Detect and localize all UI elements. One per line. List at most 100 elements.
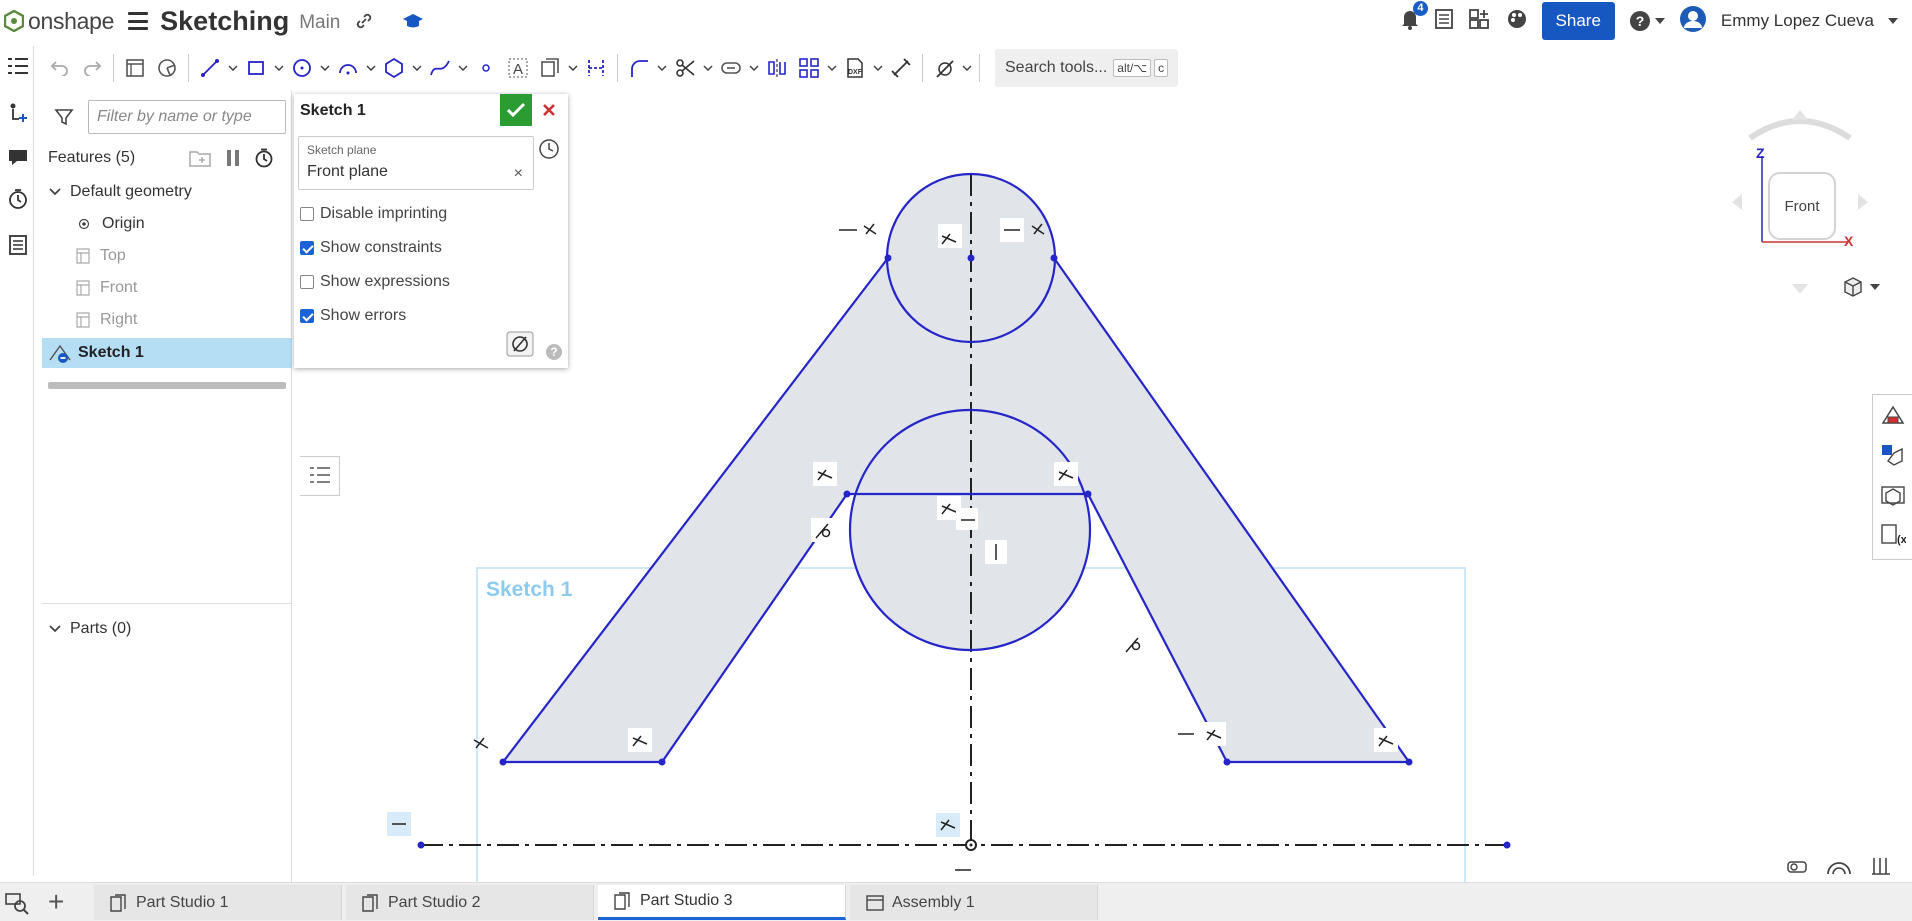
disable-imprinting-checkbox[interactable] (300, 207, 314, 221)
add-tab-button[interactable]: + (48, 888, 64, 916)
circle-tool-icon[interactable] (286, 50, 318, 86)
user-name[interactable]: Emmy Lopez Cueva (1721, 11, 1874, 31)
clear-plane-button[interactable]: × (514, 165, 523, 183)
appearance-panel-icon[interactable] (1873, 395, 1912, 435)
measure-tape-icon[interactable] (1786, 856, 1808, 876)
sketch-points[interactable] (417, 254, 1511, 849)
offset-tool-chevron-down-icon[interactable] (747, 50, 761, 86)
menu-icon[interactable] (128, 12, 149, 30)
show-errors-option[interactable]: Show errors (300, 306, 406, 326)
redo-icon[interactable] (76, 50, 108, 86)
trim-tool-chevron-down-icon[interactable] (701, 50, 715, 86)
tasks-icon[interactable] (1434, 8, 1454, 35)
feature-list-icon[interactable] (5, 54, 31, 80)
sketch-plane-field[interactable]: Sketch plane Front plane × (298, 136, 534, 190)
add-folder-icon[interactable] (188, 148, 212, 168)
chevron-down-icon[interactable] (48, 624, 62, 634)
polygon-tool-chevron-down-icon[interactable] (410, 50, 424, 86)
search-tools[interactable]: Search tools... alt/⌥ c (995, 49, 1179, 87)
construction-tool-chevron-down-icon[interactable] (566, 50, 580, 86)
pattern-tool-chevron-down-icon[interactable] (825, 50, 839, 86)
measure-tool-icon[interactable] (1870, 856, 1892, 876)
spline-tool-chevron-down-icon[interactable] (456, 50, 470, 86)
rollback-pause-icon[interactable] (226, 149, 240, 167)
view-cube-front-face[interactable]: Front (1768, 172, 1836, 240)
arc-tool-icon[interactable] (332, 50, 364, 86)
sketch-outline[interactable] (502, 172, 1410, 764)
mirror-tool-icon[interactable] (761, 50, 793, 86)
learning-center-icon[interactable] (402, 12, 424, 30)
sketch-filled-region[interactable] (503, 175, 1409, 762)
offset-tool-icon[interactable] (715, 50, 747, 86)
share-button[interactable]: Share (1541, 2, 1615, 40)
confirm-button[interactable] (500, 94, 532, 126)
app-store-icon[interactable] (1468, 8, 1492, 35)
sketch-origin-point[interactable] (965, 839, 977, 851)
point-tool-icon[interactable] (470, 50, 502, 86)
link-icon[interactable] (354, 11, 374, 31)
branch-name[interactable]: Main (299, 12, 340, 34)
rectangle-tool-chevron-down-icon[interactable] (272, 50, 286, 86)
default-geometry-node[interactable]: Default geometry (48, 178, 192, 206)
view-cube[interactable]: Z X Front (1730, 108, 1870, 304)
trim-tool-icon[interactable] (669, 50, 701, 86)
appearance-icon[interactable] (1506, 8, 1528, 35)
show-expressions-option[interactable]: Show expressions (300, 272, 450, 292)
dimension-tool-icon[interactable] (885, 50, 917, 86)
search-tabs-icon[interactable] (4, 890, 30, 921)
disable-imprinting-option[interactable]: Disable imprinting (300, 204, 447, 224)
parts-node[interactable]: Parts (0) (42, 603, 292, 643)
fillet-tool-icon[interactable] (623, 50, 655, 86)
rectangle-tool-icon[interactable] (240, 50, 272, 86)
help-icon[interactable]: ? (1629, 10, 1665, 32)
chevron-down-icon[interactable] (48, 187, 62, 197)
view-normal-icon[interactable] (151, 50, 183, 86)
tab-assembly-1[interactable]: Assembly 1 (850, 885, 1098, 920)
sketch-1-node[interactable]: Sketch 1 (42, 338, 292, 368)
right-plane-node[interactable]: Right (74, 306, 137, 334)
section-view-icon[interactable] (1826, 856, 1852, 876)
spline-tool-icon[interactable] (424, 50, 456, 86)
comments-icon[interactable] (5, 144, 31, 170)
constraint-tool-chevron-down-icon[interactable] (960, 50, 974, 86)
circle-tool-chevron-down-icon[interactable] (318, 50, 332, 86)
line-tool-icon[interactable] (194, 50, 226, 86)
midpoint-line-icon[interactable] (580, 50, 612, 86)
text-tool-icon[interactable]: A (502, 50, 534, 86)
construction-tool-icon[interactable] (534, 50, 566, 86)
dialog-help-icon[interactable]: ? (546, 344, 562, 360)
tab-part-studio-1[interactable]: Part Studio 1 (94, 885, 342, 920)
constraint-tool-icon[interactable] (928, 50, 960, 86)
sketch-feature-icon[interactable] (119, 50, 151, 86)
document-title[interactable]: Sketching (160, 6, 289, 37)
dxf-import-chevron-down-icon[interactable] (871, 50, 885, 86)
onshape-logo[interactable]: onshape (4, 8, 114, 35)
show-expressions-checkbox[interactable] (300, 275, 314, 289)
fillet-tool-chevron-down-icon[interactable] (655, 50, 669, 86)
pattern-tool-icon[interactable] (793, 50, 825, 86)
top-plane-node[interactable]: Top (74, 242, 126, 270)
filter-input[interactable] (88, 100, 286, 134)
sketch-list-toggle-icon[interactable] (300, 456, 340, 496)
configurations-icon[interactable] (1873, 435, 1912, 475)
insert-feature-icon[interactable] (5, 100, 31, 126)
origin-node[interactable]: Origin (78, 210, 145, 238)
arc-tool-chevron-down-icon[interactable] (364, 50, 378, 86)
avatar[interactable] (1679, 5, 1707, 38)
front-plane-node[interactable]: Front (74, 274, 137, 302)
mass-properties-icon[interactable] (1873, 475, 1912, 515)
history-icon[interactable] (5, 186, 31, 212)
show-errors-checkbox[interactable] (300, 309, 314, 323)
filter-icon[interactable] (54, 107, 74, 127)
show-constraints-option[interactable]: Show constraints (300, 238, 442, 258)
line-tool-chevron-down-icon[interactable] (226, 50, 240, 86)
polygon-tool-icon[interactable] (378, 50, 410, 86)
variable-table-icon[interactable]: (x) (1873, 515, 1912, 555)
feature-history-icon[interactable] (538, 138, 560, 165)
view-options-icon[interactable] (1842, 276, 1880, 298)
dxf-import-icon[interactable]: DXF (839, 50, 871, 86)
regeneration-timer-icon[interactable] (254, 148, 274, 168)
show-constraints-checkbox[interactable] (300, 241, 314, 255)
feature-list-scrollbar[interactable] (48, 382, 286, 389)
user-menu-chevron-icon[interactable] (1888, 18, 1898, 24)
